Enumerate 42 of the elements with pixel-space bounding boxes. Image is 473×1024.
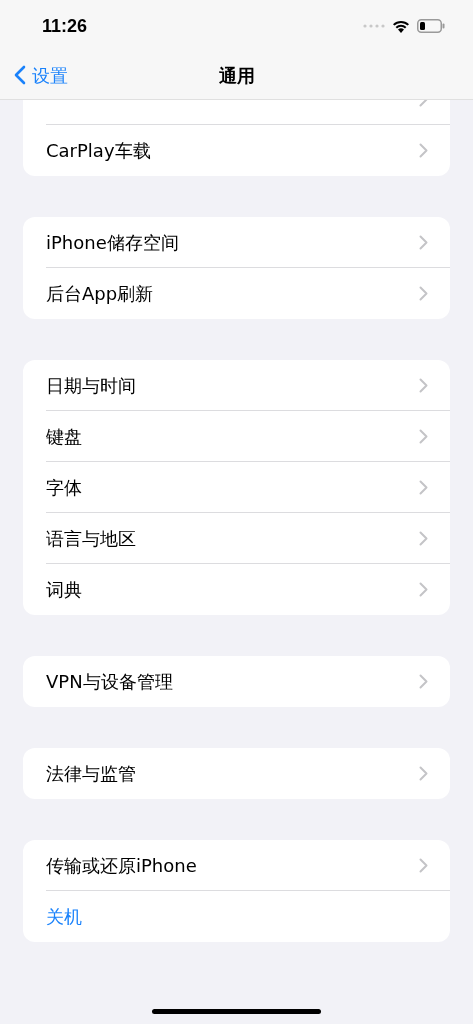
row-label: iPhone储存空间 <box>46 232 179 253</box>
settings-row[interactable]: 法律与监管 <box>23 748 450 799</box>
page-title: 通用 <box>218 63 255 88</box>
row-label: VPN与设备管理 <box>46 671 173 692</box>
chevron-icon <box>419 235 428 250</box>
chevron-icon <box>419 378 428 393</box>
signal-icon <box>363 24 385 28</box>
back-button[interactable]: 设置 <box>14 61 68 89</box>
row-label: 传输或还原iPhone <box>46 855 197 876</box>
chevron-icon <box>419 480 428 495</box>
chevron-icon <box>419 674 428 689</box>
status-time: 11:26 <box>42 14 88 38</box>
row-label: CarPlay车载 <box>46 140 151 161</box>
row-label: 后台App刷新 <box>46 283 154 304</box>
settings-row[interactable]: 键盘 <box>23 411 450 462</box>
wifi-icon <box>392 19 410 33</box>
settings-row[interactable]: 语言与地区 <box>23 513 450 564</box>
settings-row[interactable]: 词典 <box>23 564 450 615</box>
chevron-icon <box>419 531 428 546</box>
settings-row[interactable]: 字体 <box>23 462 450 513</box>
chevron-icon <box>419 766 428 781</box>
chevron-icon <box>419 429 428 444</box>
row-label: 关机 <box>46 906 82 927</box>
row-label: 法律与监管 <box>46 763 136 784</box>
battery-icon <box>417 19 445 33</box>
back-chevron-icon <box>14 65 26 85</box>
row-label: 词典 <box>46 579 82 600</box>
settings-row[interactable]: iPhone储存空间 <box>23 217 450 268</box>
settings-row[interactable]: 后台App刷新 <box>23 268 450 319</box>
chevron-icon <box>419 286 428 301</box>
settings-row[interactable]: CarPlay车载 <box>23 125 450 176</box>
settings-row[interactable]: VPN与设备管理 <box>23 656 450 707</box>
row-label: 字体 <box>46 477 82 498</box>
row-label: 语言与地区 <box>46 528 136 549</box>
row-label: 键盘 <box>46 426 82 447</box>
chevron-icon <box>419 143 428 158</box>
settings-row[interactable]: 日期与时间 <box>23 360 450 411</box>
settings-row[interactable]: 关机 <box>23 891 450 942</box>
row-label: 日期与时间 <box>46 375 136 396</box>
chevron-icon <box>419 858 428 873</box>
settings-row[interactable]: 传输或还原iPhone <box>23 840 450 891</box>
chevron-icon <box>419 582 428 597</box>
